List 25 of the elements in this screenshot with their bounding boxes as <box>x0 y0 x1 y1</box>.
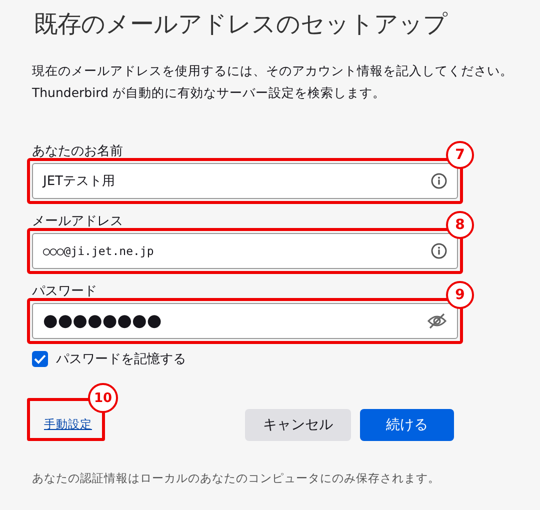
callout-number: 10 <box>88 383 118 413</box>
field-value: JETテスト用 <box>43 173 115 190</box>
callout-number: 7 <box>446 141 474 169</box>
name-field[interactable]: JETテスト用 <box>32 163 458 199</box>
footer-note: あなたの認証情報はローカルのあなたのコンピュータにのみ保存されます。 <box>32 471 441 486</box>
continue-button[interactable]: 続ける <box>360 409 454 441</box>
description-text: 現在のメールアドレスを使用するには、そのアカウント情報を記入してください。 <box>32 62 514 80</box>
field-value: ●●●●●●●● <box>43 311 162 331</box>
callout-number: 9 <box>446 281 474 309</box>
manual-setup-link[interactable]: 手動設定 <box>44 417 92 431</box>
field-label: メールアドレス <box>32 214 123 230</box>
remember-checkbox[interactable] <box>32 351 48 367</box>
cancel-button[interactable]: キャンセル <box>245 409 351 441</box>
description-text: Thunderbird が自動的に有効なサーバー設定を検索します。 <box>32 84 386 102</box>
field-label: あなたのお名前 <box>32 144 123 160</box>
field-value: ○○○@ji.jet.ne.jp <box>43 244 154 258</box>
eye-slash-icon[interactable] <box>427 313 447 329</box>
email-field[interactable]: ○○○@ji.jet.ne.jp <box>32 233 458 269</box>
page-title: 既存のメールアドレスのセットアップ <box>34 9 449 40</box>
info-icon[interactable] <box>431 243 447 259</box>
password-field[interactable]: ●●●●●●●● <box>32 303 458 339</box>
info-icon[interactable] <box>431 173 447 189</box>
checkbox-label: パスワードを記憶する <box>56 351 186 368</box>
field-label: パスワード <box>32 284 97 300</box>
callout-number: 8 <box>446 211 474 239</box>
